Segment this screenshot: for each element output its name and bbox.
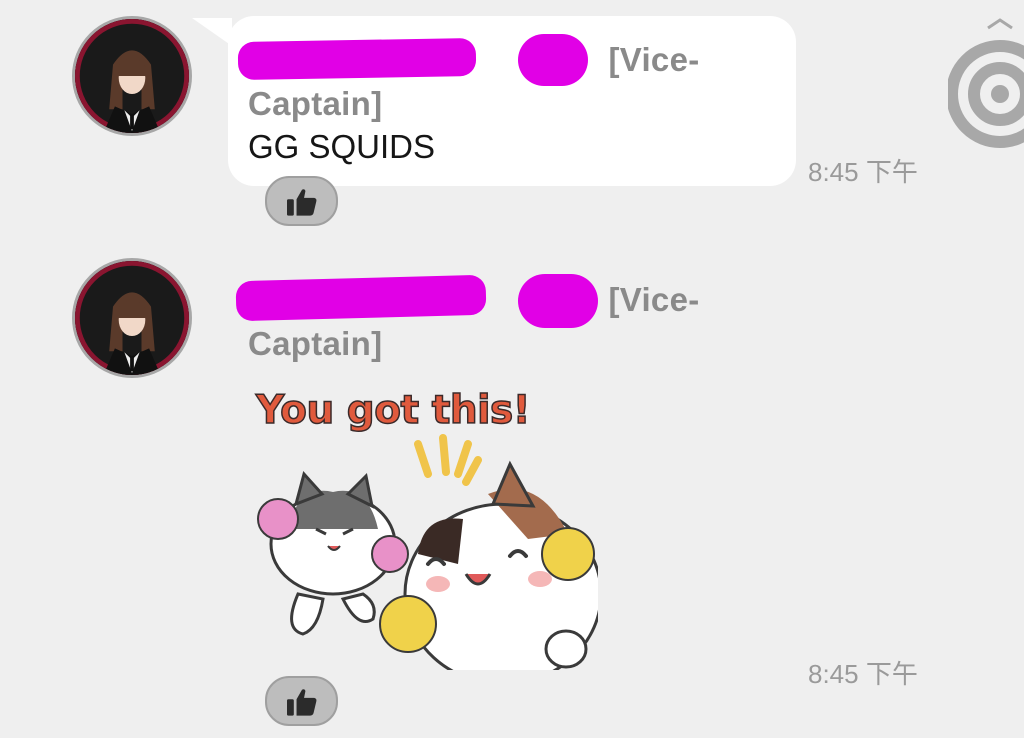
target-icon[interactable] [948,18,1024,158]
thumbs-up-icon [287,189,317,216]
like-button[interactable] [265,176,338,226]
thumbs-up-icon [287,689,317,716]
sticker-caption: You got this! [255,387,531,434]
cheering-cats-illustration [257,434,598,670]
like-button[interactable] [265,676,338,726]
redaction-mark [518,274,598,328]
bubble-tail [192,18,232,46]
message-timestamp: 8:45 下午 [808,157,918,187]
redaction-mark [237,37,477,81]
message-timestamp: 8:45 下午 [808,659,918,689]
sender-avatar[interactable] [72,16,192,136]
redaction-mark [235,274,487,322]
avatar-image [75,19,189,133]
message-text: GG SQUIDS [248,128,436,165]
sender-avatar[interactable] [72,258,192,378]
avatar-image [75,261,189,375]
sticker[interactable]: You got this! [248,384,598,670]
redaction-mark [518,34,588,86]
